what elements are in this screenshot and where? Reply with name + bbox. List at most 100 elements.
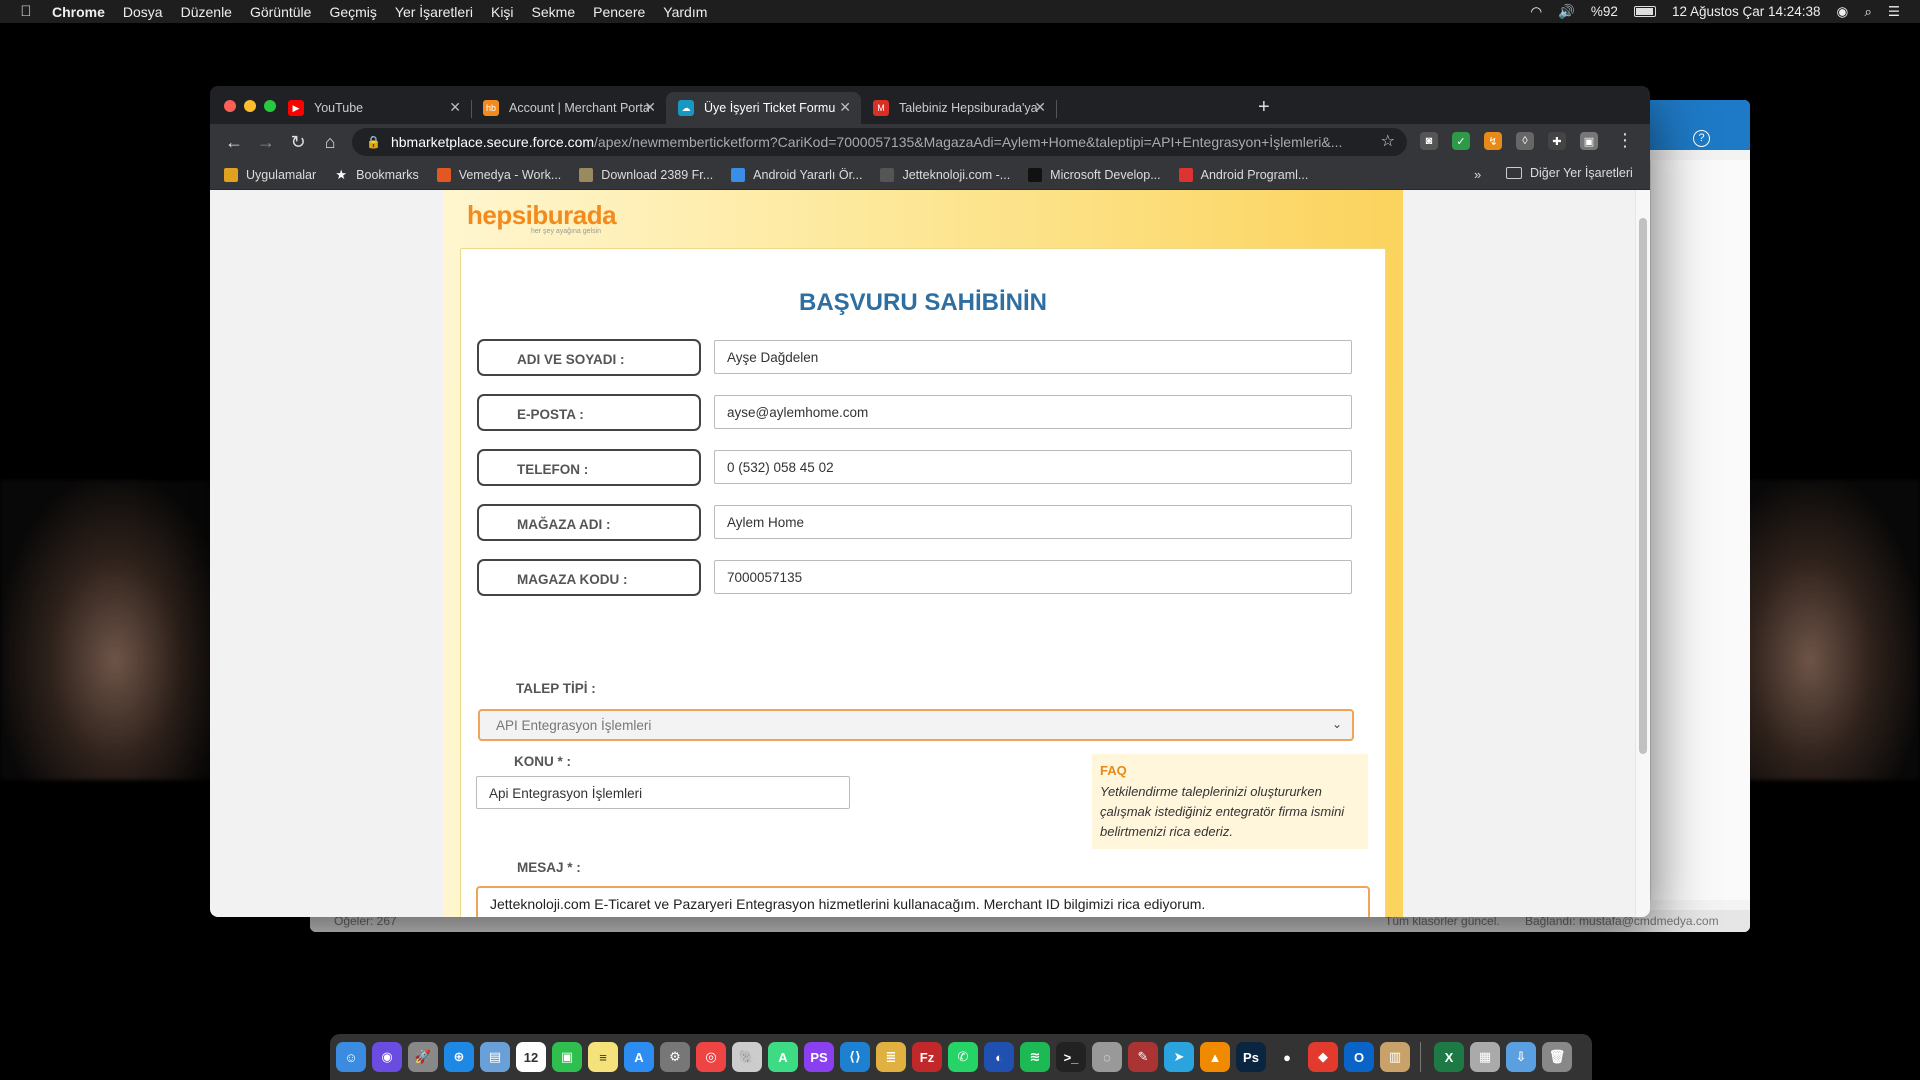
- camera-extension-icon[interactable]: ◙: [1420, 132, 1438, 150]
- page-viewport[interactable]: hepsiburada her şey ayağına gelsin BAŞVU…: [210, 190, 1650, 917]
- clock[interactable]: 12 Ağustos Çar 14:24:38: [1672, 4, 1821, 19]
- privacy-extension-icon[interactable]: ◊: [1516, 132, 1534, 150]
- menubar-item[interactable]: Chrome: [52, 4, 105, 20]
- menubar-item[interactable]: Kişi: [491, 4, 514, 20]
- other-bookmarks[interactable]: Diğer Yer İşaretleri: [1506, 166, 1633, 180]
- new-tab-button[interactable]: +: [1258, 96, 1270, 119]
- bookmark-item[interactable]: Android Programl...: [1178, 167, 1308, 182]
- bookmark-item[interactable]: ★ Bookmarks: [334, 167, 419, 182]
- lock-icon[interactable]: 🔒: [366, 135, 381, 149]
- user-icon[interactable]: ◉: [1837, 4, 1849, 20]
- filezilla-icon[interactable]: Fz: [912, 1042, 942, 1072]
- siri-icon[interactable]: ◉: [372, 1042, 402, 1072]
- tab-1[interactable]: hb Account | Merchant Portal ✕: [471, 92, 667, 124]
- close-tab-icon[interactable]: ✕: [1034, 99, 1046, 116]
- home-icon[interactable]: ⌂: [314, 132, 346, 153]
- page-scrollbar[interactable]: [1635, 190, 1650, 917]
- spotify-icon[interactable]: ≋: [1020, 1042, 1050, 1072]
- wifi-icon[interactable]: ◠: [1530, 4, 1542, 20]
- zoom-window-button[interactable]: [264, 100, 276, 112]
- volume-icon[interactable]: 🔊: [1558, 4, 1575, 20]
- bookmark-item[interactable]: Jetteknoloji.com -...: [880, 167, 1010, 182]
- sequel-icon[interactable]: 🐘: [732, 1042, 762, 1072]
- bookmark-star-icon[interactable]: ☆: [1381, 131, 1395, 151]
- field-input[interactable]: 0 (532) 058 45 02: [714, 450, 1352, 484]
- downloads-icon[interactable]: ⇩: [1506, 1042, 1536, 1072]
- menubar-item[interactable]: Düzenle: [181, 4, 232, 20]
- whatsapp-icon[interactable]: ✆: [948, 1042, 978, 1072]
- android-studio-icon[interactable]: A: [768, 1042, 798, 1072]
- phpstorm-icon[interactable]: PS: [804, 1042, 834, 1072]
- bookmark-item[interactable]: Download 2389 Fr...: [579, 167, 713, 182]
- control-center-icon[interactable]: ☰: [1888, 4, 1900, 20]
- field-input[interactable]: ayse@aylemhome.com: [714, 395, 1352, 429]
- close-tab-icon[interactable]: ✕: [839, 99, 851, 116]
- brush-icon[interactable]: ✎: [1128, 1042, 1158, 1072]
- menubar-item[interactable]: Görüntüle: [250, 4, 311, 20]
- shield-extension-icon[interactable]: ✓: [1452, 132, 1470, 150]
- appstore-icon[interactable]: A: [624, 1042, 654, 1072]
- outlook-icon[interactable]: O: [1344, 1042, 1374, 1072]
- forward-arrow-icon[interactable]: →: [250, 132, 282, 153]
- tab-2[interactable]: ☁ Üye İşyeri Ticket Formu ✕: [666, 92, 861, 124]
- photoshop-icon[interactable]: Ps: [1236, 1042, 1266, 1072]
- terminal-icon[interactable]: >_: [1056, 1042, 1086, 1072]
- facetime-icon[interactable]: ▣: [552, 1042, 582, 1072]
- bookmark-item[interactable]: Uygulamalar: [224, 167, 316, 182]
- chrome-menu-icon[interactable]: ⋮: [1616, 130, 1634, 151]
- chrome-icon[interactable]: ◎: [696, 1042, 726, 1072]
- menubar-item[interactable]: Dosya: [123, 4, 163, 20]
- menubar-item[interactable]: Yer İşaretleri: [395, 4, 473, 20]
- talep-tipi-select[interactable]: API Entegrasyon İşlemleri ⌄: [478, 709, 1354, 741]
- bookmarks-overflow-icon[interactable]: »: [1474, 167, 1481, 182]
- menubar-item[interactable]: Yardım: [663, 4, 707, 20]
- help-icon[interactable]: ?: [1693, 130, 1710, 147]
- reload-icon[interactable]: ↻: [282, 132, 314, 153]
- field-input[interactable]: Ayşe Dağdelen: [714, 340, 1352, 374]
- vscode-icon[interactable]: ⟨⟩: [840, 1042, 870, 1072]
- bookmark-item[interactable]: Microsoft Develop...: [1028, 167, 1161, 182]
- back-arrow-icon[interactable]: ←: [218, 132, 250, 153]
- apple-icon[interactable]: : [0, 3, 52, 20]
- excel-icon[interactable]: X: [1434, 1042, 1464, 1072]
- launchpad-icon[interactable]: 🚀: [408, 1042, 438, 1072]
- hepsiburada-logo[interactable]: hepsiburada her şey ayağına gelsin: [467, 200, 617, 235]
- flame-extension-icon[interactable]: ↯: [1484, 132, 1502, 150]
- anydesk-icon[interactable]: ◆: [1308, 1042, 1338, 1072]
- field-input[interactable]: Aylem Home: [714, 505, 1352, 539]
- file-icon[interactable]: ▦: [1470, 1042, 1500, 1072]
- calendar-icon[interactable]: 12: [516, 1042, 546, 1072]
- close-window-button[interactable]: [224, 100, 236, 112]
- bookmark-item[interactable]: Vemedya - Work...: [436, 167, 561, 182]
- tab-3[interactable]: M Talebiniz Hepsiburada'ya Ulaştı✕: [861, 92, 1057, 124]
- puzzle-extensions-icon[interactable]: ✚: [1548, 132, 1566, 150]
- close-tab-icon[interactable]: ✕: [644, 99, 656, 116]
- mesaj-textarea[interactable]: Jetteknoloji.com E-Ticaret ve Pazaryeri …: [476, 886, 1370, 917]
- bookmark-item[interactable]: Android Yararlı Ör...: [731, 167, 862, 182]
- close-tab-icon[interactable]: ✕: [449, 99, 461, 116]
- system-prefs-icon[interactable]: ⚙: [660, 1042, 690, 1072]
- utility-icon[interactable]: ◌: [1092, 1042, 1122, 1072]
- menubar-item[interactable]: Sekme: [532, 4, 576, 20]
- telegram-icon[interactable]: ➤: [1164, 1042, 1194, 1072]
- battery-percent[interactable]: %92: [1591, 4, 1618, 19]
- konu-input[interactable]: Api Entegrasyon İşlemleri: [476, 776, 850, 809]
- db-icon[interactable]: ≣: [876, 1042, 906, 1072]
- trash-icon[interactable]: 🗑: [1542, 1042, 1572, 1072]
- notes-icon[interactable]: ≡: [588, 1042, 618, 1072]
- scrollbar-thumb[interactable]: [1639, 218, 1647, 754]
- menubar-item[interactable]: Pencere: [593, 4, 645, 20]
- firefox-icon[interactable]: ◐: [984, 1042, 1014, 1072]
- obs-icon[interactable]: ●: [1272, 1042, 1302, 1072]
- minimize-window-button[interactable]: [244, 100, 256, 112]
- profile-extension-icon[interactable]: ▣: [1580, 132, 1598, 150]
- field-input[interactable]: 7000057135: [714, 560, 1352, 594]
- finder-icon[interactable]: ☺: [336, 1042, 366, 1072]
- tab-0[interactable]: ▶ YouTube ✕: [276, 92, 472, 124]
- preview-icon[interactable]: ▤: [480, 1042, 510, 1072]
- address-bar[interactable]: 🔒 hbmarketplace.secure.force.com /apex/n…: [352, 128, 1407, 156]
- safari-icon[interactable]: ⊕: [444, 1042, 474, 1072]
- docs-icon[interactable]: ▥: [1380, 1042, 1410, 1072]
- menubar-item[interactable]: Geçmiş: [329, 4, 376, 20]
- spotlight-search-icon[interactable]: ⌕: [1864, 4, 1872, 20]
